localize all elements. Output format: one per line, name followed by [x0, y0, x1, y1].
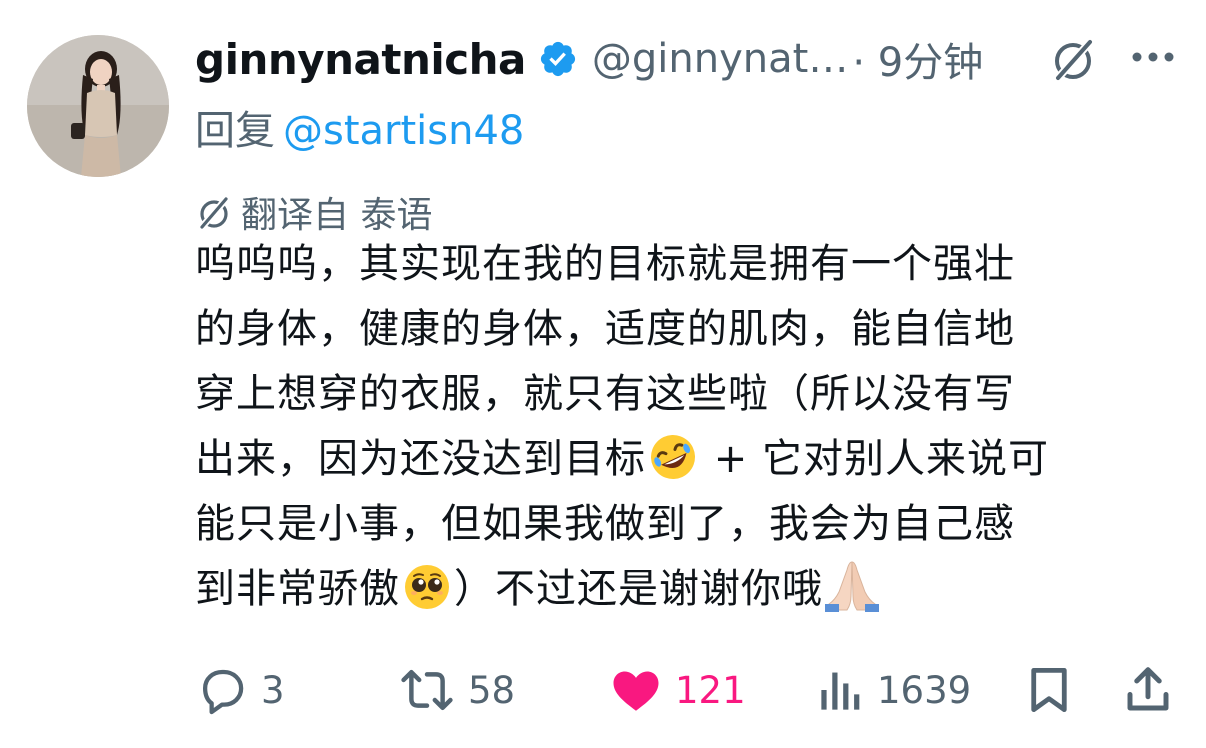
body-line-part: ）不过还是谢谢你哦: [454, 566, 823, 612]
action-bar: 3 58 121 1639: [195, 655, 1180, 725]
reply-context: 回复 @startisn48: [195, 98, 524, 156]
grok-icon[interactable]: [1048, 34, 1098, 84]
body-line-part: + 它对别人来说可: [700, 436, 1049, 482]
reply-icon: [202, 669, 244, 715]
translated-label-text: 翻译自 泰语: [241, 195, 433, 236]
retweet-icon: [401, 669, 453, 711]
body-line: 穿上想穿的衣服，就只有这些啦（所以没有写: [195, 371, 1015, 417]
bookmark-icon: [1031, 667, 1067, 713]
body-line-part: 出来，因为还没达到目标: [195, 436, 646, 482]
bar-chart-icon: [821, 672, 860, 710]
body-line: 的身体，健康的身体，适度的肌肉，能自信地: [195, 306, 1015, 352]
translate-icon: [199, 196, 229, 230]
timestamp[interactable]: · 9分钟: [852, 30, 983, 88]
body-line: 呜呜呜，其实现在我的目标就是拥有一个强壮: [195, 241, 1015, 287]
like-button[interactable]: 121: [609, 655, 746, 725]
reply-mention-link[interactable]: @startisn48: [283, 108, 524, 154]
share-button[interactable]: [1123, 655, 1173, 725]
tweet-header: ginnynatnicha @ginnynat… · 9分钟: [195, 28, 1186, 90]
avatar[interactable]: [27, 35, 169, 177]
heart-icon: [613, 671, 659, 711]
pleading-emoji: [402, 562, 452, 632]
body-line-part: 到非常骄傲: [195, 566, 400, 612]
body-line: 出来，因为还没达到目标 + 它对别人来说可: [195, 427, 1185, 492]
more-icon[interactable]: [1125, 32, 1185, 82]
body-line: 能只是小事，但如果我做到了，我会为自己感: [195, 501, 1015, 547]
reply-count: 3: [261, 668, 285, 712]
view-count: 1639: [877, 668, 972, 712]
views-button[interactable]: 1639: [817, 655, 971, 725]
retweet-button[interactable]: 58: [398, 655, 515, 725]
reply-prefix: 回复: [195, 108, 275, 154]
verified-badge-icon[interactable]: [538, 39, 578, 79]
folded-hands-emoji: [825, 558, 879, 632]
body-line: 到非常骄傲 ）不过还是谢谢你哦: [195, 557, 1185, 622]
like-count: 121: [675, 668, 746, 712]
bookmark-button[interactable]: [1025, 655, 1073, 725]
reply-button[interactable]: 3: [195, 655, 285, 725]
retweet-count: 58: [468, 668, 516, 712]
translated-label[interactable]: 翻译自 泰语: [195, 186, 432, 238]
share-icon: [1127, 667, 1169, 711]
user-handle[interactable]: @ginnynat…: [592, 36, 848, 82]
display-name[interactable]: ginnynatnicha: [195, 35, 526, 84]
tweet-body: 呜呜呜，其实现在我的目标就是拥有一个强壮 的身体，健康的身体，适度的肌肉，能自信…: [195, 232, 1185, 622]
